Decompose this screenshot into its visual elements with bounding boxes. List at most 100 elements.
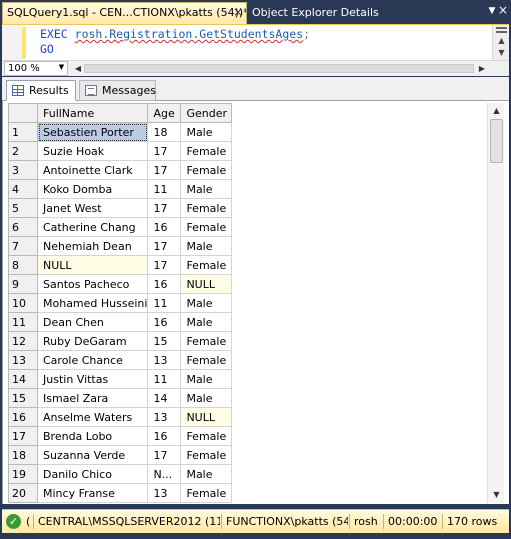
cell-fullname[interactable]: Suzie Hoak bbox=[36, 141, 149, 161]
row-number[interactable]: 3 bbox=[8, 160, 38, 180]
table-row[interactable]: 18 Suzanna Verde 17 Female bbox=[8, 445, 233, 465]
cell-fullname[interactable]: Dean Chen bbox=[36, 312, 149, 332]
table-row[interactable]: 8 NULL 17 Female bbox=[8, 255, 233, 275]
cell-fullname[interactable]: Mohamed Husseini bbox=[36, 293, 149, 313]
tab-object-explorer-details[interactable]: Object Explorer Details bbox=[249, 3, 379, 24]
table-row[interactable]: 1 Sebastien Porter 18 Male bbox=[8, 122, 233, 142]
cell-age[interactable]: 11 bbox=[147, 369, 182, 389]
cell-age[interactable]: 13 bbox=[147, 407, 182, 427]
table-row[interactable]: 17 Brenda Lobo 16 Female bbox=[8, 426, 233, 446]
cell-gender[interactable]: Male bbox=[180, 369, 233, 389]
cell-age[interactable]: 16 bbox=[147, 217, 182, 237]
cell-fullname[interactable]: Sebastien Porter bbox=[36, 122, 149, 142]
cell-fullname[interactable]: Brenda Lobo bbox=[36, 426, 149, 446]
editor-horizontal-scrollbar[interactable] bbox=[84, 64, 474, 73]
table-row[interactable]: 6 Catherine Chang 16 Female bbox=[8, 217, 233, 237]
cell-gender[interactable]: Male bbox=[180, 312, 233, 332]
column-header-age[interactable]: Age bbox=[147, 103, 182, 123]
grid-corner[interactable] bbox=[8, 103, 38, 123]
row-number[interactable]: 14 bbox=[8, 369, 38, 389]
row-number[interactable]: 7 bbox=[8, 236, 38, 256]
editor-vertical-scrollbar[interactable]: ▲ ▼ bbox=[492, 25, 509, 61]
row-number[interactable]: 17 bbox=[8, 426, 38, 446]
cell-fullname[interactable]: Anselme Waters bbox=[36, 407, 149, 427]
cell-age[interactable]: 17 bbox=[147, 255, 182, 275]
cell-gender[interactable]: Male bbox=[180, 464, 233, 484]
cell-gender[interactable]: NULL bbox=[180, 407, 233, 427]
cell-fullname[interactable]: Mincy Franse bbox=[36, 483, 149, 503]
cell-age[interactable]: 18 bbox=[147, 122, 182, 142]
close-tab-icon[interactable]: × bbox=[232, 6, 244, 18]
cell-age[interactable]: 17 bbox=[147, 198, 182, 218]
cell-fullname[interactable]: Catherine Chang bbox=[36, 217, 149, 237]
tab-messages[interactable]: Messages bbox=[79, 80, 156, 101]
table-row[interactable]: 13 Carole Chance 13 Female bbox=[8, 350, 233, 370]
column-header-gender[interactable]: Gender bbox=[180, 103, 233, 123]
cell-age[interactable]: 17 bbox=[147, 160, 182, 180]
cell-age[interactable]: 17 bbox=[147, 236, 182, 256]
row-number[interactable]: 11 bbox=[8, 312, 38, 332]
row-number[interactable]: 16 bbox=[8, 407, 38, 427]
row-number[interactable]: 1 bbox=[8, 122, 38, 142]
row-number[interactable]: 9 bbox=[8, 274, 38, 294]
table-row[interactable]: 2 Suzie Hoak 17 Female bbox=[8, 141, 233, 161]
query-editor[interactable]: EXEC rosh.Registration.GetStudentsAges; … bbox=[2, 24, 509, 61]
scroll-down-icon[interactable]: ▼ bbox=[488, 489, 505, 501]
scroll-right-icon[interactable]: ▶ bbox=[476, 62, 488, 75]
row-number[interactable]: 8 bbox=[8, 255, 38, 275]
table-row[interactable]: 19 Danilo Chico N... Male bbox=[8, 464, 233, 484]
cell-fullname[interactable]: Ruby DeGaram bbox=[36, 331, 149, 351]
table-row[interactable]: 7 Nehemiah Dean 17 Male bbox=[8, 236, 233, 256]
cell-fullname[interactable]: Santos Pacheco bbox=[36, 274, 149, 294]
cell-age[interactable]: 11 bbox=[147, 179, 182, 199]
cell-gender[interactable]: NULL bbox=[180, 274, 233, 294]
table-row[interactable]: 4 Koko Domba 11 Male bbox=[8, 179, 233, 199]
table-row[interactable]: 5 Janet West 17 Female bbox=[8, 198, 233, 218]
cell-age[interactable]: 16 bbox=[147, 312, 182, 332]
table-row[interactable]: 3 Antoinette Clark 17 Female bbox=[8, 160, 233, 180]
table-row[interactable]: 20 Mincy Franse 13 Female bbox=[8, 483, 233, 503]
cell-gender[interactable]: Female bbox=[180, 331, 233, 351]
cell-age[interactable]: 15 bbox=[147, 331, 182, 351]
scroll-up-icon[interactable]: ▲ bbox=[488, 105, 505, 117]
row-number[interactable]: 2 bbox=[8, 141, 38, 161]
cell-fullname[interactable]: Antoinette Clark bbox=[36, 160, 149, 180]
cell-age[interactable]: 11 bbox=[147, 293, 182, 313]
row-number[interactable]: 10 bbox=[8, 293, 38, 313]
query-text[interactable]: EXEC rosh.Registration.GetStudentsAges; … bbox=[40, 27, 310, 57]
cell-age[interactable]: 14 bbox=[147, 388, 182, 408]
cell-fullname[interactable]: Justin Vittas bbox=[36, 369, 149, 389]
cell-gender[interactable]: Male bbox=[180, 236, 233, 256]
cell-fullname[interactable]: Nehemiah Dean bbox=[36, 236, 149, 256]
cell-age[interactable]: 16 bbox=[147, 274, 182, 294]
scroll-up-icon[interactable]: ▲ bbox=[493, 35, 510, 47]
chevron-down-icon[interactable]: ▼ bbox=[56, 61, 67, 74]
cell-fullname[interactable]: NULL bbox=[36, 255, 149, 275]
cell-fullname[interactable]: Carole Chance bbox=[36, 350, 149, 370]
scroll-left-icon[interactable]: ◀ bbox=[72, 62, 84, 75]
table-row[interactable]: 16 Anselme Waters 13 NULL bbox=[8, 407, 233, 427]
close-window-icon[interactable]: × bbox=[497, 3, 509, 17]
cell-gender[interactable]: Male bbox=[180, 122, 233, 142]
cell-gender[interactable]: Female bbox=[180, 217, 233, 237]
table-row[interactable]: 12 Ruby DeGaram 15 Female bbox=[8, 331, 233, 351]
cell-fullname[interactable]: Danilo Chico bbox=[36, 464, 149, 484]
row-number[interactable]: 13 bbox=[8, 350, 38, 370]
table-row[interactable]: 11 Dean Chen 16 Male bbox=[8, 312, 233, 332]
cell-gender[interactable]: Female bbox=[180, 426, 233, 446]
row-number[interactable]: 6 bbox=[8, 217, 38, 237]
table-row[interactable]: 9 Santos Pacheco 16 NULL bbox=[8, 274, 233, 294]
scroll-thumb[interactable] bbox=[490, 119, 503, 163]
cell-gender[interactable]: Male bbox=[180, 388, 233, 408]
cell-gender[interactable]: Female bbox=[180, 141, 233, 161]
cell-gender[interactable]: Male bbox=[180, 179, 233, 199]
splitter-icon[interactable] bbox=[496, 27, 507, 33]
cell-age[interactable]: 13 bbox=[147, 350, 182, 370]
cell-fullname[interactable]: Suzanna Verde bbox=[36, 445, 149, 465]
table-row[interactable]: 15 Ismael Zara 14 Male bbox=[8, 388, 233, 408]
cell-fullname[interactable]: Ismael Zara bbox=[36, 388, 149, 408]
row-number[interactable]: 20 bbox=[8, 483, 38, 503]
row-number[interactable]: 12 bbox=[8, 331, 38, 351]
tab-results[interactable]: Results bbox=[6, 80, 76, 101]
cell-fullname[interactable]: Koko Domba bbox=[36, 179, 149, 199]
